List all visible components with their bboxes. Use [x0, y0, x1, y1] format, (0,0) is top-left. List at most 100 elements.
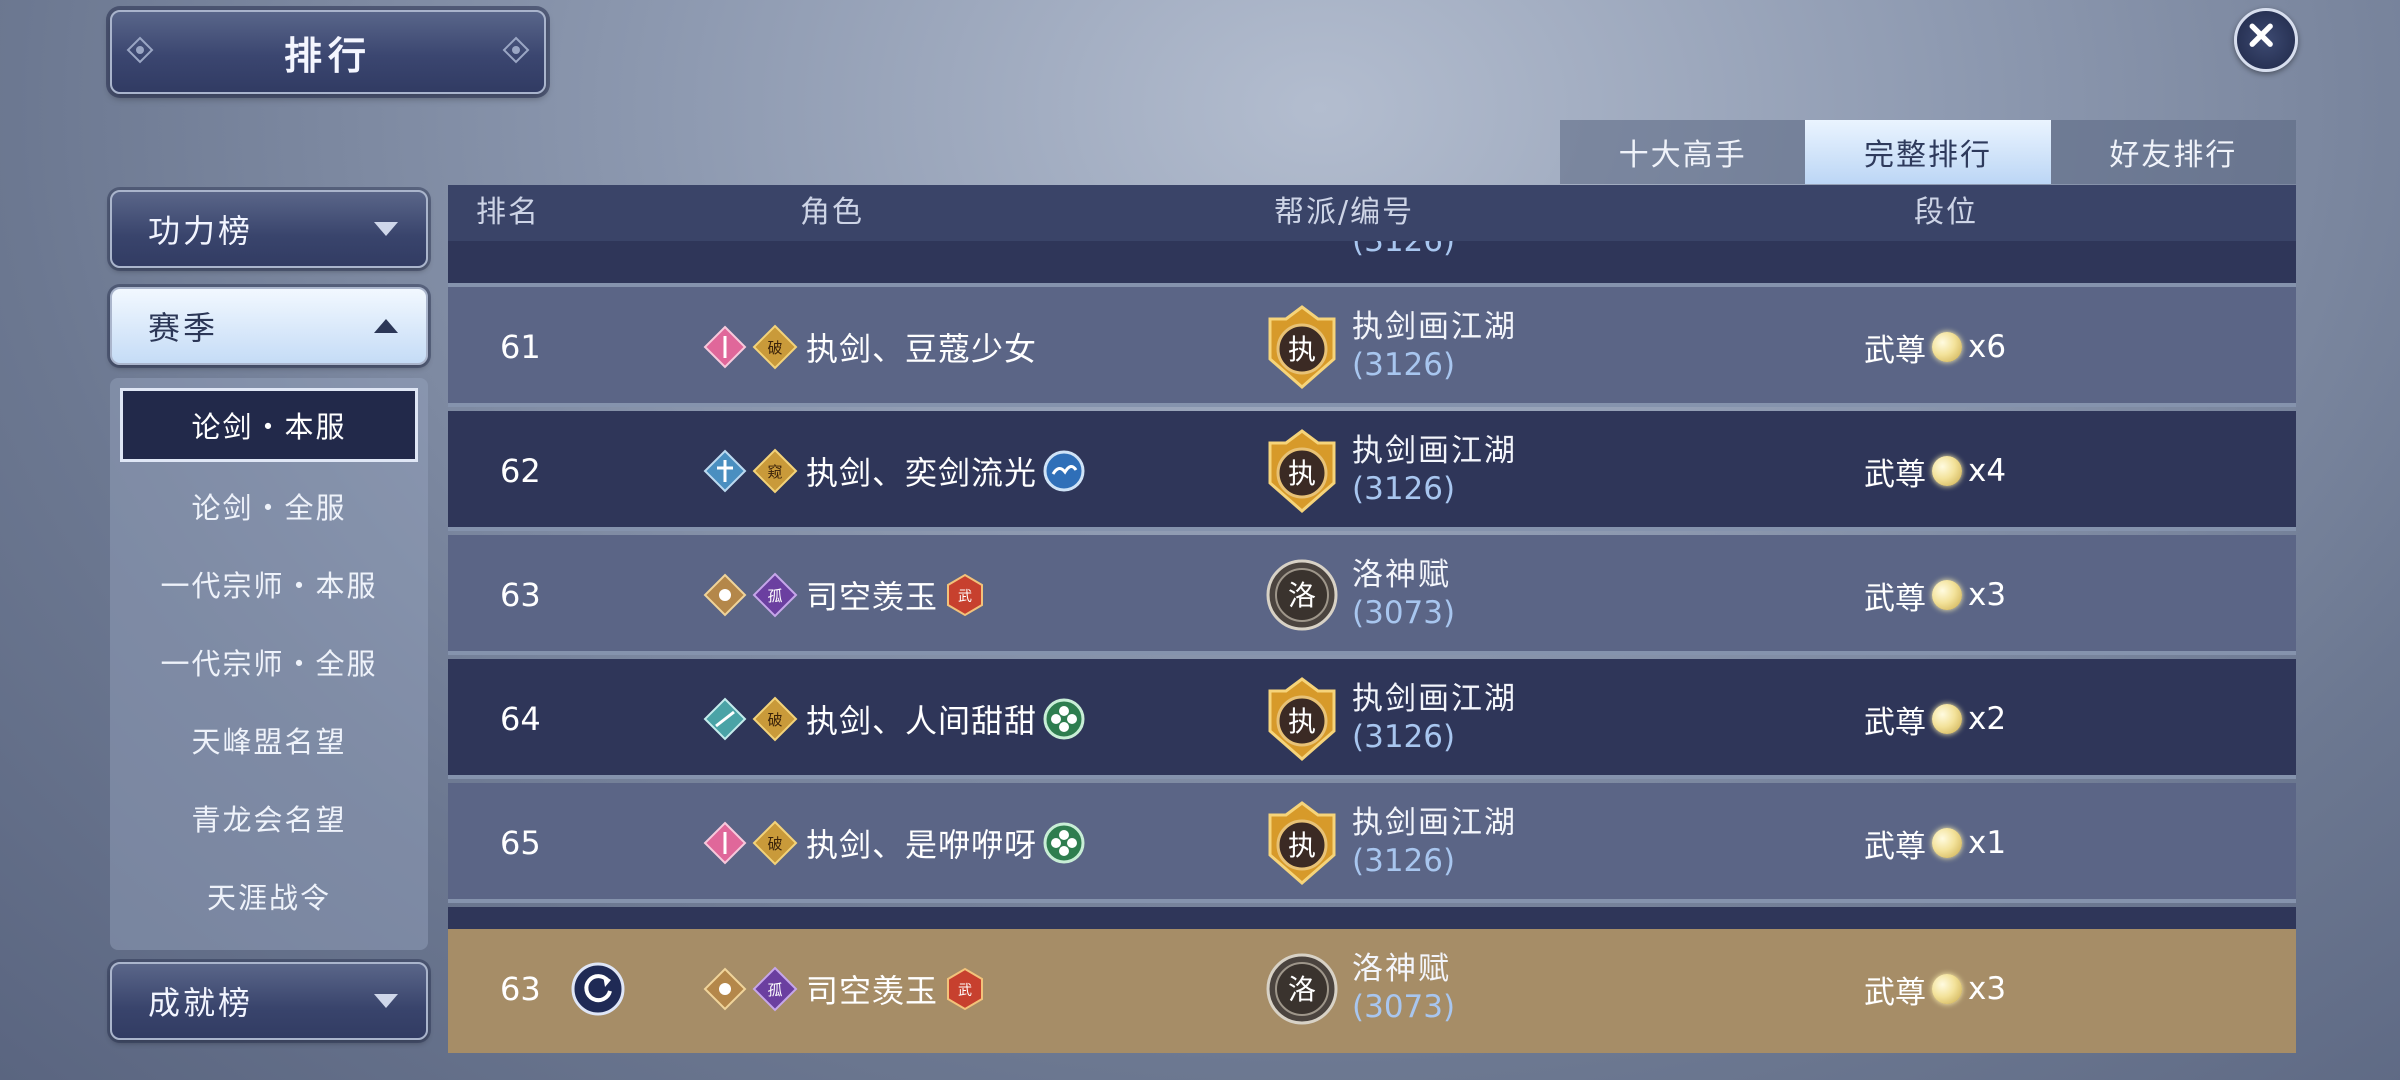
- sidebar-item-lunjian-all[interactable]: 论剑・全服: [120, 469, 418, 543]
- tier-cell: 武尊 x3: [1864, 929, 2006, 1049]
- chevron-down-icon: [374, 222, 398, 236]
- page-title: 排行: [283, 33, 372, 78]
- ornament-icon: [502, 36, 530, 64]
- ranking-table[interactable]: 排名 角色 帮派/编号 段位 (3126) 61 破 执剑、豆蔻少女 执 执剑画…: [448, 185, 2296, 1053]
- wu-zun-badge-icon: 武: [947, 967, 984, 1011]
- svg-text:武: 武: [958, 983, 972, 999]
- category-label: 成就榜: [148, 984, 254, 1022]
- svg-text:执: 执: [1288, 457, 1316, 490]
- guild-name: 洛神赋: [1352, 557, 1451, 593]
- ranking-tabs: 十大高手 完整排行 好友排行: [1560, 120, 2296, 184]
- tier-label: 武尊: [1864, 974, 1926, 1011]
- guild-name: 执剑画江湖: [1352, 309, 1517, 345]
- role-cell: 破 执剑、人间甜甜: [702, 659, 1087, 779]
- sidebar-item-tianfeng[interactable]: 天峰盟名望: [120, 703, 418, 777]
- star-coin-icon: [1932, 974, 1962, 1004]
- tier-label: 武尊: [1864, 456, 1926, 493]
- tab-friends-ranking[interactable]: 好友排行: [2051, 120, 2296, 184]
- svg-text:洛: 洛: [1288, 579, 1316, 612]
- tier-label: 武尊: [1864, 580, 1926, 617]
- svg-text:孤: 孤: [767, 981, 782, 999]
- header-guild: 帮派/编号: [1274, 195, 1415, 230]
- sidebar-item-qinglong[interactable]: 青龙会名望: [120, 781, 418, 855]
- player-name: 执剑、奕剑流光: [806, 454, 1038, 492]
- role-cell: 破 执剑、是咿咿呀: [702, 783, 1087, 903]
- star-coin-icon: [1932, 704, 1962, 734]
- pink-diamond-icon: [703, 325, 747, 369]
- teal-diamond-icon: [703, 697, 747, 741]
- player-name: 司空羡玉: [806, 972, 939, 1010]
- category-label: 功力榜: [148, 212, 254, 250]
- sidebar-item-master-all[interactable]: 一代宗师・全服: [120, 625, 418, 699]
- guild-name: 执剑画江湖: [1352, 433, 1517, 469]
- my-ranking-row[interactable]: 63 孤 司空羡玉 武 洛 洛神赋 (3073) 武尊 x3: [448, 929, 2296, 1053]
- kui-tian-tag-icon: 窥: [752, 448, 798, 494]
- guild-id: (3126): [1352, 347, 1456, 383]
- flower-badge-icon: [1043, 698, 1085, 740]
- tier-count: x4: [1968, 453, 2007, 489]
- category-season-button[interactable]: 赛季: [110, 287, 428, 365]
- pink-diamond-icon: [703, 821, 747, 865]
- po-ming-tag-icon: 破: [752, 324, 798, 370]
- header-role: 角色: [800, 195, 864, 230]
- close-button[interactable]: [2234, 8, 2298, 72]
- cloud-badge-icon: [1043, 450, 1085, 492]
- chevron-up-icon: [374, 319, 398, 333]
- close-icon: [2249, 23, 2273, 47]
- blue-diamond-icon: [703, 449, 747, 493]
- star-coin-icon: [1932, 828, 1962, 858]
- gu-cheng-tag-icon: 孤: [752, 966, 798, 1012]
- guild-id: (3126): [1352, 471, 1456, 507]
- table-row[interactable]: 65 破 执剑、是咿咿呀 执 执剑画江湖 (3126) 武尊 x1: [448, 783, 2296, 903]
- player-name: 执剑、是咿咿呀: [806, 826, 1038, 864]
- svg-text:窥: 窥: [767, 463, 782, 481]
- gu-cheng-tag-icon: 孤: [752, 572, 798, 618]
- header-rank: 排名: [476, 195, 540, 230]
- sidebar-item-master-local[interactable]: 一代宗师・本服: [120, 547, 418, 621]
- table-row[interactable]: 64 破 执剑、人间甜甜 执 执剑画江湖 (3126) 武尊 x2: [448, 659, 2296, 779]
- tab-top-ten[interactable]: 十大高手: [1560, 120, 1805, 184]
- tier-count: x1: [1968, 825, 2007, 861]
- tab-full-ranking[interactable]: 完整排行: [1805, 120, 2051, 184]
- guild-emblem-icon: 执: [1268, 429, 1336, 513]
- category-power-button[interactable]: 功力榜: [110, 190, 428, 268]
- svg-text:执: 执: [1288, 705, 1316, 738]
- role-cell: 孤 司空羡玉 武: [702, 929, 988, 1049]
- guild-emblem-icon: 执: [1268, 801, 1336, 885]
- tier-count: x3: [1968, 971, 2007, 1007]
- chevron-down-icon: [374, 994, 398, 1008]
- table-row[interactable]: 62 窥 执剑、奕剑流光 执 执剑画江湖 (3126) 武尊 x4: [448, 411, 2296, 531]
- player-name: 司空羡玉: [806, 578, 939, 616]
- table-row[interactable]: 63 孤 司空羡玉 武 洛 洛神赋 (3073) 武尊 x3: [448, 535, 2296, 655]
- category-achievement-button[interactable]: 成就榜: [110, 962, 428, 1040]
- title-plate: 排行: [110, 10, 546, 94]
- sidebar-item-lunjian-local[interactable]: 论剑・本服: [120, 388, 418, 462]
- table-header: 排名 角色 帮派/编号 段位: [448, 185, 2296, 241]
- tier-cell: 武尊 x3: [1864, 535, 2006, 655]
- rank-number: 63: [500, 576, 541, 614]
- wu-zun-badge-icon: 武: [947, 573, 984, 617]
- guild-name: 执剑画江湖: [1352, 681, 1517, 717]
- tier-count: x3: [1968, 577, 2007, 613]
- tier-label: 武尊: [1864, 704, 1926, 741]
- svg-text:洛: 洛: [1288, 973, 1316, 1006]
- rank-number: 63: [500, 970, 541, 1008]
- gold-diamond-icon: [703, 573, 747, 617]
- svg-text:破: 破: [767, 711, 782, 729]
- table-row[interactable]: 61 破 执剑、豆蔻少女 执 执剑画江湖 (3126) 武尊 x6: [448, 287, 2296, 407]
- guild-emblem-icon: 执: [1268, 305, 1336, 389]
- guild-id: (3126): [1352, 843, 1456, 879]
- sidebar-item-battle-pass[interactable]: 天涯战令: [120, 859, 418, 933]
- svg-text:执: 执: [1288, 333, 1316, 366]
- guild-emblem-icon: 洛: [1266, 559, 1338, 631]
- tier-cell: 武尊 x1: [1864, 783, 2006, 903]
- flower-badge-icon: [1043, 822, 1085, 864]
- tier-label: 武尊: [1864, 332, 1926, 369]
- locate-self-icon[interactable]: [570, 961, 626, 1017]
- star-coin-icon: [1932, 580, 1962, 610]
- svg-text:执: 执: [1288, 829, 1316, 862]
- guild-emblem-icon: 洛: [1266, 953, 1338, 1025]
- ornament-icon: [126, 36, 154, 64]
- svg-text:孤: 孤: [767, 587, 782, 605]
- guild-name: 洛神赋: [1352, 951, 1451, 987]
